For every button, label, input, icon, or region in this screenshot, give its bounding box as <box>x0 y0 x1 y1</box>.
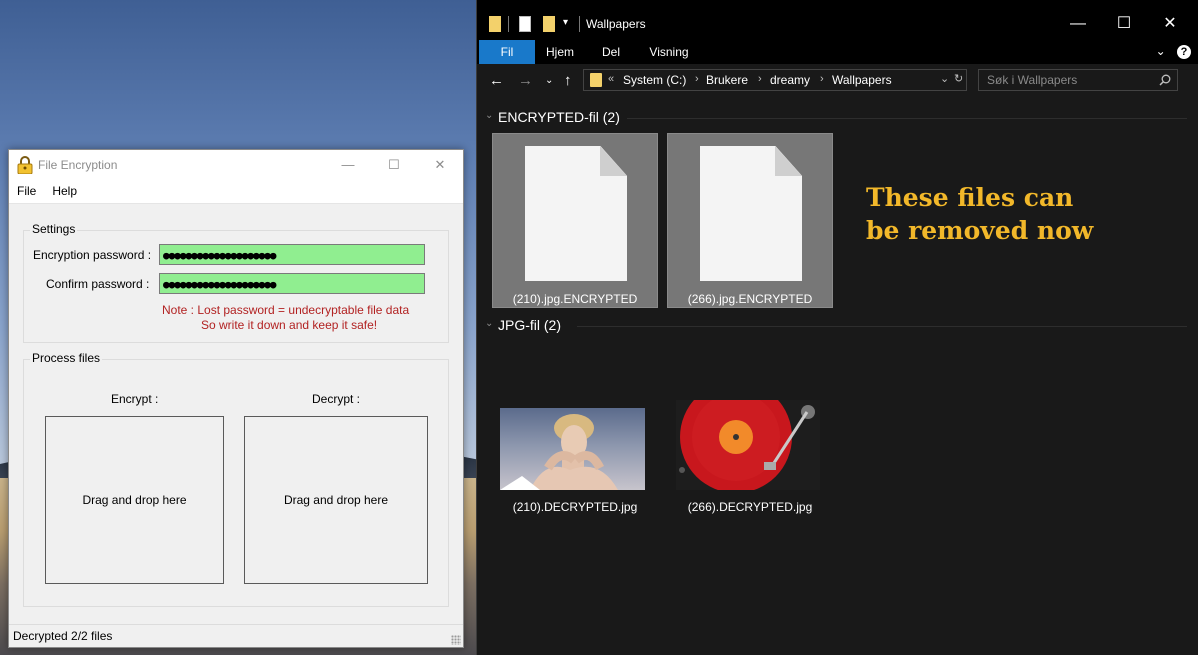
address-dropdown-icon[interactable]: ⌄ <box>940 72 949 85</box>
breadcrumb-wallpapers[interactable]: Wallpapers <box>832 73 892 87</box>
collapse-group-icon[interactable]: ⌄ <box>485 318 493 329</box>
menu-help[interactable]: Help <box>44 180 85 198</box>
minimize-button[interactable]: — <box>325 150 371 180</box>
decrypt-drop-zone[interactable]: Drag and drop here <box>244 416 428 584</box>
explorer-title: Wallpapers <box>586 17 646 31</box>
file-tile[interactable]: (210).jpg.ENCRYPTED <box>492 133 658 308</box>
file-name: (266).DECRYPTED.jpg <box>687 500 813 514</box>
close-button[interactable]: ✕ <box>417 150 463 180</box>
breadcrumb-dreamy[interactable]: dreamy <box>770 73 810 87</box>
confirm-password-field[interactable]: ●●●●●●●●●●●●●●●●●●●● <box>159 273 425 294</box>
search-placeholder: Søk i Wallpapers <box>987 73 1078 87</box>
window-title: File Encryption <box>38 158 118 172</box>
close-button[interactable]: ✕ <box>1147 10 1193 38</box>
file-name: (210).DECRYPTED.jpg <box>512 500 638 514</box>
address-bar[interactable]: « System (C:) › Brukere › dreamy › Wallp… <box>583 69 967 91</box>
breadcrumb-separator-icon[interactable]: › <box>695 73 699 85</box>
warning-note-line2: So write it down and keep it safe! <box>201 318 378 332</box>
back-arrow-icon[interactable]: ← <box>489 72 504 89</box>
properties-icon[interactable] <box>519 16 531 32</box>
settings-title: Settings <box>30 222 78 236</box>
folder-icon <box>590 73 602 87</box>
process-files-title: Process files <box>30 351 103 365</box>
up-arrow-icon[interactable]: ↑ <box>564 72 572 89</box>
tab-del[interactable]: Del <box>589 40 633 64</box>
search-box[interactable]: Søk i Wallpapers <box>978 69 1178 91</box>
portrait-image <box>500 414 618 490</box>
menu-bar: File Help <box>9 180 463 204</box>
encryption-password-field[interactable]: ●●●●●●●●●●●●●●●●●●●● <box>159 244 425 265</box>
menu-file[interactable]: File <box>9 180 44 198</box>
explorer-title-bar: ▾ Wallpapers — ☐ ✕ <box>477 0 1198 40</box>
new-folder-icon[interactable] <box>543 16 555 32</box>
forward-arrow-icon[interactable]: → <box>518 72 533 89</box>
status-text: Decrypted 2/2 files <box>13 629 113 643</box>
resize-grip-icon[interactable] <box>451 635 461 645</box>
explorer-window: ▾ Wallpapers — ☐ ✕ Fil Hjem Del Visning … <box>476 0 1198 655</box>
breadcrumb-separator-icon[interactable]: › <box>758 73 762 85</box>
refresh-icon[interactable]: ↻ <box>954 72 963 85</box>
turntable-image <box>676 400 820 490</box>
group-header-encrypted[interactable]: ENCRYPTED-fil (2) <box>498 109 620 125</box>
folder-icon <box>489 16 501 32</box>
settings-group: Settings Encryption password : ●●●●●●●●●… <box>23 222 449 343</box>
encrypt-drop-text: Drag and drop here <box>82 493 187 507</box>
tab-hjem[interactable]: Hjem <box>537 40 583 64</box>
collapse-group-icon[interactable]: ⌄ <box>485 110 493 121</box>
file-tile[interactable]: (266).jpg.ENCRYPTED <box>667 133 833 308</box>
annotation-line2: be removed now <box>866 216 1094 245</box>
confirm-password-label: Confirm password : <box>46 277 150 291</box>
file-name: (266).jpg.ENCRYPTED <box>687 292 813 306</box>
ribbon-tabs: Fil Hjem Del Visning ⌄ ? <box>477 40 1198 64</box>
status-bar: Decrypted 2/2 files <box>9 624 463 647</box>
decrypt-label: Decrypt : <box>312 392 361 406</box>
title-bar: File Encryption — ☐ ✕ <box>9 150 463 180</box>
search-icon[interactable] <box>1159 74 1171 86</box>
padlock-icon <box>17 156 33 174</box>
image-thumbnail[interactable] <box>500 408 645 490</box>
help-icon[interactable]: ? <box>1177 45 1191 59</box>
annotation-line1: These files can <box>866 183 1074 212</box>
encrypt-drop-zone[interactable]: Drag and drop here <box>45 416 224 584</box>
encrypt-label: Encrypt : <box>111 392 159 406</box>
navigation-bar: ← → ⌄ ↑ « System (C:) › Brukere › dreamy… <box>477 64 1198 98</box>
separator <box>508 16 509 32</box>
decrypt-drop-text: Drag and drop here <box>283 493 389 507</box>
breadcrumb-brukere[interactable]: Brukere <box>706 73 748 87</box>
ribbon-controls: ⌄ ? <box>1156 44 1191 59</box>
expand-ribbon-icon[interactable]: ⌄ <box>1156 44 1166 58</box>
maximize-button[interactable]: ☐ <box>371 150 417 180</box>
annotation-overlay: These files can be removed now <box>866 181 1093 247</box>
group-header-jpg[interactable]: JPG-fil (2) <box>498 317 561 333</box>
customize-quick-access-icon[interactable]: ▾ <box>563 17 573 33</box>
encryption-password-label: Encryption password : <box>33 248 152 262</box>
file-name: (210).jpg.ENCRYPTED <box>512 292 638 306</box>
overflow-chevron-icon[interactable]: « <box>608 73 614 85</box>
process-files-group: Process files Encrypt : Decrypt : Drag a… <box>23 351 449 607</box>
recent-locations-icon[interactable]: ⌄ <box>545 75 553 86</box>
image-thumbnail[interactable] <box>676 400 820 490</box>
group-divider <box>627 118 1187 119</box>
maximize-button[interactable]: ☐ <box>1101 10 1147 38</box>
breadcrumb-system[interactable]: System (C:) <box>623 73 686 87</box>
separator <box>579 16 580 32</box>
warning-note: Note : Lost password = undecryptable fil… <box>162 303 410 317</box>
tab-fil[interactable]: Fil <box>479 40 535 64</box>
breadcrumb-separator-icon[interactable]: › <box>820 73 824 85</box>
file-encryption-window: File Encryption — ☐ ✕ File Help Settings … <box>8 149 464 648</box>
group-divider <box>577 326 1187 327</box>
tab-visning[interactable]: Visning <box>641 40 697 64</box>
minimize-button[interactable]: — <box>1055 10 1101 38</box>
